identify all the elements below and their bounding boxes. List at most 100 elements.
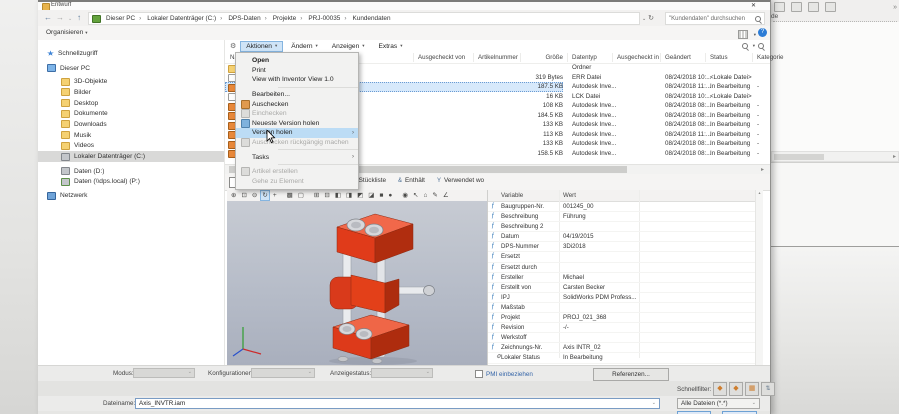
property-row[interactable]: Werkstoff <box>488 333 763 344</box>
help-button[interactable]: ? <box>758 28 767 37</box>
column-header-datentyp[interactable]: Datentyp <box>572 54 597 61</box>
property-row[interactable]: Beschreibung Führung <box>488 212 763 223</box>
measure-icon[interactable]: ∠ <box>441 190 451 201</box>
wireframe-view-icon[interactable]: ▢ <box>296 190 306 201</box>
chevron-down-icon[interactable]: ▾ <box>753 43 755 49</box>
property-row[interactable]: Projekt PROJ_021_368 <box>488 313 763 324</box>
view-left-icon[interactable]: ◧ <box>333 190 343 201</box>
property-row[interactable]: Lokaler Status In Bearbeitung <box>488 353 763 364</box>
sidebar-item[interactable]: Bilder <box>38 87 224 98</box>
close-icon[interactable]: ✕ <box>751 2 756 9</box>
menubar-item[interactable]: Anzeigen ▾ <box>326 41 371 52</box>
back-button[interactable]: ← <box>44 13 52 22</box>
sidebar-item[interactable]: 3D-Objekte <box>38 76 224 87</box>
search-input[interactable]: "Kundendaten" durchsuchen <box>665 12 765 25</box>
column-header-ausgecheckt-von[interactable]: Ausgecheckt von <box>418 54 465 61</box>
background-toolbar-icon[interactable] <box>774 2 785 12</box>
background-toolbar-icon[interactable] <box>791 2 802 12</box>
property-row[interactable]: Revision -/- <box>488 323 763 334</box>
breadcrumb-item[interactable]: DPS-Daten <box>227 15 271 22</box>
property-row[interactable]: Maßstab <box>488 303 763 314</box>
pan-icon[interactable]: + <box>271 190 279 201</box>
column-header-ausgecheckt-in[interactable]: Ausgecheckt in <box>617 54 659 61</box>
shaded-view-icon[interactable]: ▩ <box>285 190 295 201</box>
search-options[interactable]: ▾ <box>741 43 764 49</box>
column-header-kategorie[interactable]: Kategorie <box>757 54 784 61</box>
property-row[interactable]: Datum 04/19/2015 <box>488 232 763 243</box>
property-row[interactable]: Baugruppen-Nr. 001245_00 <box>488 202 763 213</box>
menubar-item[interactable]: Ändern ▾ <box>285 41 324 52</box>
menubar-item[interactable]: Aktionen ▾ <box>240 40 284 52</box>
filter-parts-icon[interactable] <box>713 382 727 396</box>
view-iso-icon[interactable]: ■ <box>377 190 385 201</box>
column-header-groesse[interactable]: Größe <box>525 54 563 61</box>
column-header-status[interactable]: Status <box>710 54 728 61</box>
property-row[interactable]: Ersteller Michael <box>488 273 763 283</box>
menu-item[interactable]: Artikel erstellen <box>236 167 358 177</box>
vertical-scrollbar[interactable]: ▴ <box>755 190 763 365</box>
breadcrumb-item[interactable]: Projekte <box>272 15 308 22</box>
property-row[interactable]: Ersetzt durch <box>488 263 763 273</box>
menu-item[interactable]: Print <box>236 66 358 76</box>
column-header-geaendert[interactable]: Geändert <box>665 54 691 61</box>
search-icon[interactable] <box>758 43 764 49</box>
scroll-right-icon[interactable]: ▸ <box>893 153 896 160</box>
sidebar-item[interactable]: Musik <box>38 130 224 141</box>
sidebar-item[interactable]: Lokaler Datenträger (C:) <box>38 151 224 162</box>
breadcrumb-item[interactable]: Lokaler Datenträger (C:) <box>146 15 227 22</box>
chevron-down-icon[interactable]: ▾ <box>754 32 756 38</box>
property-row[interactable]: Erstellt von Carsten Becker <box>488 283 763 293</box>
property-row[interactable]: DPS-Nummer 3Di2018 <box>488 242 763 253</box>
modus-select[interactable] <box>133 368 195 378</box>
background-scrollbar[interactable]: ▸ <box>771 151 899 162</box>
background-toolbar-icon[interactable] <box>808 2 819 12</box>
sidebar-item[interactable]: Dokumente <box>38 108 224 119</box>
menu-item[interactable]: Open <box>236 56 358 66</box>
view-bottom-icon[interactable]: ◪ <box>366 190 376 201</box>
menu-item[interactable]: Neueste Version holen <box>236 118 358 129</box>
scrollbar-thumb[interactable] <box>774 153 824 160</box>
zoom-in-icon[interactable]: ⊕ <box>229 190 238 201</box>
view-back-icon[interactable]: ⊟ <box>322 190 331 201</box>
view-right-icon[interactable]: ◨ <box>344 190 354 201</box>
organize-button[interactable]: Organisieren ▾ <box>46 29 87 36</box>
menu-item[interactable]: Tasks › <box>236 152 358 162</box>
breadcrumb-item[interactable]: Kundendaten <box>352 15 392 22</box>
gear-icon[interactable]: ⚙ <box>230 42 236 50</box>
home-view-icon[interactable]: ⌂ <box>421 190 429 201</box>
menu-item[interactable]: Gehe zu Element <box>236 177 358 187</box>
orbit-icon[interactable]: ↻ <box>260 190 270 201</box>
zoom-out-icon[interactable]: ⊖ <box>250 190 259 201</box>
forward-button[interactable]: → <box>56 13 64 22</box>
history-chevron-icon[interactable]: ⌄ <box>68 15 72 24</box>
view-layout-button[interactable] <box>738 30 748 39</box>
address-refresh-icon[interactable]: ⌄ ↻ <box>642 14 654 22</box>
markup-icon[interactable]: ✎ <box>430 190 439 201</box>
breadcrumb-item[interactable]: PRJ-00035 <box>307 15 351 22</box>
model-viewport[interactable] <box>227 201 487 365</box>
sidebar-item[interactable]: Schnellzugriff <box>38 48 224 59</box>
zoom-window-icon[interactable]: ⊡ <box>239 190 248 201</box>
checkbox-icon[interactable] <box>475 370 483 378</box>
property-row[interactable]: Beschreibung 2 <box>488 222 763 233</box>
menubar-item[interactable]: Extras ▾ <box>373 41 409 52</box>
menu-item[interactable]: Auschecken <box>236 99 358 109</box>
menu-item[interactable]: Einchecken <box>236 109 358 119</box>
sidebar-item[interactable]: Netzwerk <box>38 190 224 201</box>
view-front-icon[interactable]: ⊞ <box>312 190 321 201</box>
title-bar[interactable]: Entwurf ✕ <box>38 2 770 10</box>
shaded-sphere-icon[interactable]: ● <box>386 190 394 201</box>
referenzen-button[interactable]: Referenzen... <box>593 368 669 381</box>
scroll-right-icon[interactable]: ▸ <box>761 166 764 173</box>
sidebar-item[interactable]: Dieser PC <box>38 63 224 74</box>
column-header-wert[interactable]: Wert <box>563 192 576 199</box>
menu-item[interactable]: Auschecken rückgängig machen <box>236 138 358 148</box>
sidebar-item[interactable]: Daten (D:) <box>38 166 224 177</box>
menu-item[interactable]: Bearbeiten... <box>236 90 358 100</box>
filter-drawings-icon[interactable] <box>745 382 759 396</box>
column-header-variable[interactable]: Variable <box>501 192 523 199</box>
pmi-checkbox[interactable]: PMI einbeziehen <box>475 370 533 378</box>
anzeigestatus-select[interactable] <box>371 368 433 378</box>
menu-item[interactable]: Version holen › <box>236 128 358 138</box>
property-row[interactable]: Zeichnungs-Nr. Axis INTR_02 <box>488 343 763 354</box>
